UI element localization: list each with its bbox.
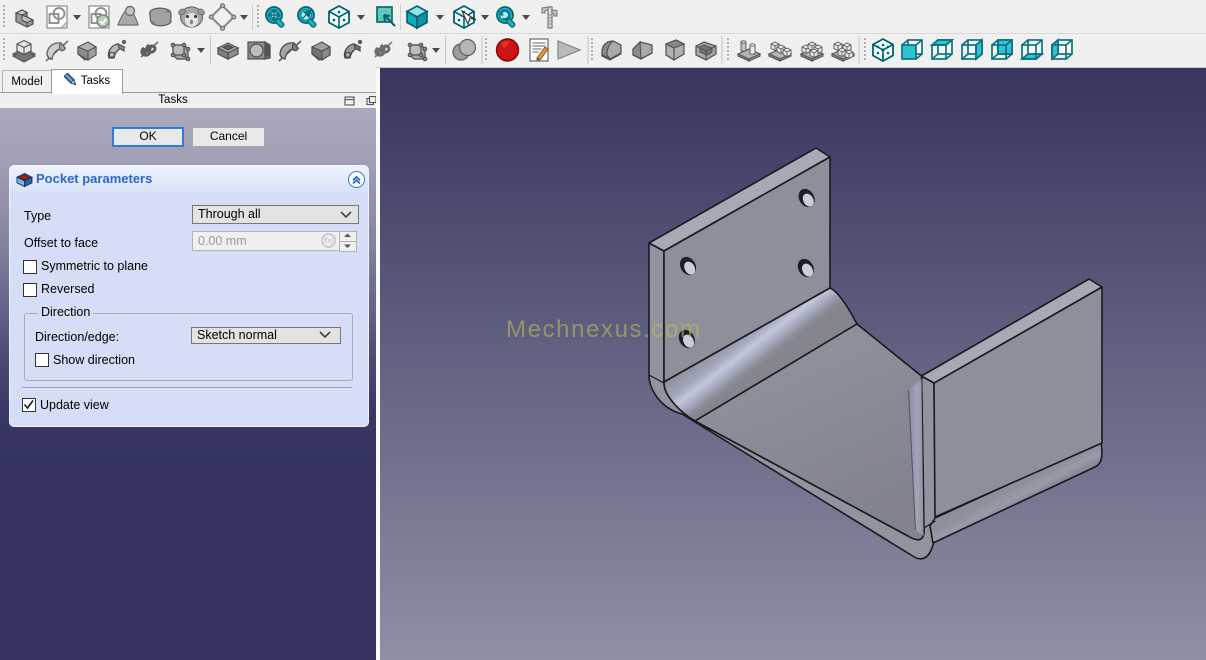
- svg-text:f(x): f(x): [323, 238, 333, 245]
